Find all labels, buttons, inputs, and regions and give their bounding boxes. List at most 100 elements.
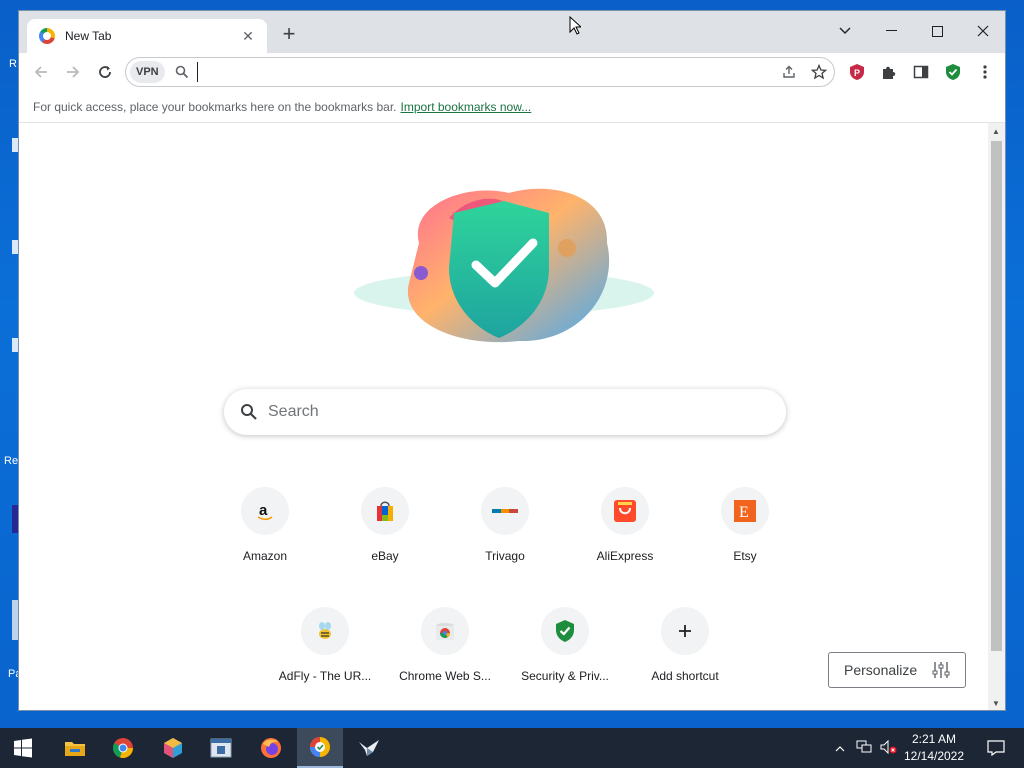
bookmark-star-button[interactable]	[804, 59, 834, 85]
system-tray	[832, 728, 898, 768]
maximize-button[interactable]	[923, 17, 951, 45]
tab-search-button[interactable]	[831, 17, 859, 45]
side-panel-icon	[913, 65, 929, 79]
search-icon	[175, 65, 188, 79]
taskbar-secure-browser[interactable]	[297, 728, 343, 768]
chrome-web-store-icon	[421, 607, 469, 655]
bookmarks-bar-message: For quick access, place your bookmarks h…	[33, 99, 397, 114]
network-icon	[856, 740, 872, 752]
notification-icon	[987, 740, 1005, 756]
desktop-label-2: Re	[4, 455, 19, 467]
arrow-right-icon	[67, 66, 80, 78]
side-panel-button[interactable]	[909, 60, 933, 84]
share-button[interactable]	[774, 59, 804, 85]
browser-window: New Tab ✕ + VPN P For quick access, plac…	[18, 10, 1006, 711]
browser-toolbar: VPN P	[19, 53, 1005, 91]
vpn-toggle[interactable]: VPN	[130, 61, 165, 83]
firefox-icon	[261, 738, 281, 758]
chrome-icon	[112, 738, 133, 758]
clock-time: 2:21 AM	[911, 732, 957, 746]
shortcut-trivago[interactable]: Trivago	[449, 487, 561, 563]
search-placeholder: Search	[268, 403, 319, 420]
start-button[interactable]	[0, 728, 46, 768]
share-icon	[783, 65, 795, 78]
scrollbar-thumb[interactable]	[991, 141, 1002, 651]
back-button[interactable]	[25, 56, 57, 88]
sliders-icon	[932, 662, 950, 678]
taskbar-file-explorer[interactable]	[52, 728, 98, 768]
reload-icon	[99, 66, 111, 78]
taskbar-cube-app[interactable]	[150, 728, 196, 768]
chevron-down-icon	[839, 27, 851, 34]
import-bookmarks-link[interactable]: Import bookmarks now...	[401, 100, 532, 114]
security-extension-button[interactable]	[941, 60, 965, 84]
arrow-left-icon	[34, 66, 47, 78]
mouse-cursor-icon	[569, 16, 581, 35]
close-window-button[interactable]	[969, 17, 997, 45]
taskbar-clock[interactable]: 2:21 AM 12/14/2022	[898, 731, 970, 765]
new-tab-button[interactable]: +	[277, 23, 301, 47]
adfly-icon	[301, 607, 349, 655]
chevron-up-icon	[835, 746, 845, 752]
reload-button[interactable]	[89, 56, 121, 88]
volume-button[interactable]	[880, 739, 898, 757]
kebab-menu-icon	[983, 65, 987, 79]
maximize-icon	[931, 25, 943, 37]
clock-date: 12/14/2022	[903, 749, 965, 763]
shortcut-aliexpress[interactable]: AliExpress	[569, 487, 681, 563]
shortcut-amazon[interactable]: a Amazon	[209, 487, 321, 563]
trivago-icon	[481, 487, 529, 535]
new-tab-page: Search a Amazon eBay Trivago AliExpress	[19, 123, 1005, 710]
cube-app-icon	[164, 738, 182, 758]
tab-close-icon[interactable]: ✕	[239, 28, 257, 45]
forward-button[interactable]	[57, 56, 89, 88]
shield-check-icon	[946, 64, 960, 80]
shortcut-label: AdFly - The UR...	[278, 669, 372, 683]
taskbar-app-window[interactable]	[198, 728, 244, 768]
shortcut-etsy[interactable]: E Etsy	[689, 487, 801, 563]
shortcut-label: Amazon	[242, 549, 288, 563]
taskbar: 2:21 AM 12/14/2022	[0, 728, 1024, 768]
show-hidden-icons-button[interactable]	[832, 741, 848, 755]
privacy-extension-icon: P	[850, 64, 864, 80]
shortcut-security-privacy[interactable]: Security & Priv...	[509, 607, 621, 683]
shortcut-ebay[interactable]: eBay	[329, 487, 441, 563]
svg-text:P: P	[854, 68, 860, 78]
action-center-button[interactable]	[976, 728, 1016, 768]
taskbar-bird-app[interactable]	[346, 728, 392, 768]
network-button[interactable]	[856, 740, 872, 757]
shortcut-label: Add shortcut	[651, 669, 719, 683]
security-shield-illustration-icon	[354, 188, 654, 343]
tab-title: New Tab	[65, 29, 112, 43]
personalize-label: Personalize	[844, 662, 918, 678]
minimize-button[interactable]	[877, 17, 905, 45]
taskbar-chrome[interactable]	[100, 728, 146, 768]
page-scrollbar[interactable]: ▲ ▼	[988, 123, 1005, 710]
search-box[interactable]: Search	[224, 389, 786, 435]
extension-p-button[interactable]: P	[845, 60, 869, 84]
scroll-down-icon[interactable]: ▼	[992, 699, 1000, 708]
shortcut-label: eBay	[371, 549, 399, 563]
browser-menu-button[interactable]	[973, 60, 997, 84]
address-bar[interactable]: VPN	[125, 57, 835, 87]
shortcut-label: Chrome Web S...	[399, 669, 491, 683]
shortcut-adfly[interactable]: AdFly - The UR...	[269, 607, 381, 683]
plus-icon	[661, 607, 709, 655]
add-shortcut-button[interactable]: Add shortcut	[629, 607, 741, 683]
extensions-button[interactable]	[877, 60, 901, 84]
shortcut-chrome-web-store[interactable]: Chrome Web S...	[389, 607, 501, 683]
svg-text:a: a	[259, 502, 268, 519]
close-icon	[977, 25, 989, 37]
desktop-label-1: R	[9, 58, 17, 70]
search-icon	[241, 404, 257, 420]
minimize-icon	[885, 30, 897, 31]
browser-favicon-icon	[39, 28, 55, 44]
shortcut-label: Trivago	[485, 549, 525, 563]
aliexpress-icon	[601, 487, 649, 535]
puzzle-icon	[883, 66, 896, 79]
scroll-up-icon[interactable]: ▲	[992, 127, 1000, 136]
tab-new-tab[interactable]: New Tab ✕	[27, 19, 267, 53]
address-input[interactable]	[196, 62, 774, 82]
personalize-button[interactable]: Personalize	[828, 652, 966, 688]
taskbar-firefox[interactable]	[248, 728, 294, 768]
